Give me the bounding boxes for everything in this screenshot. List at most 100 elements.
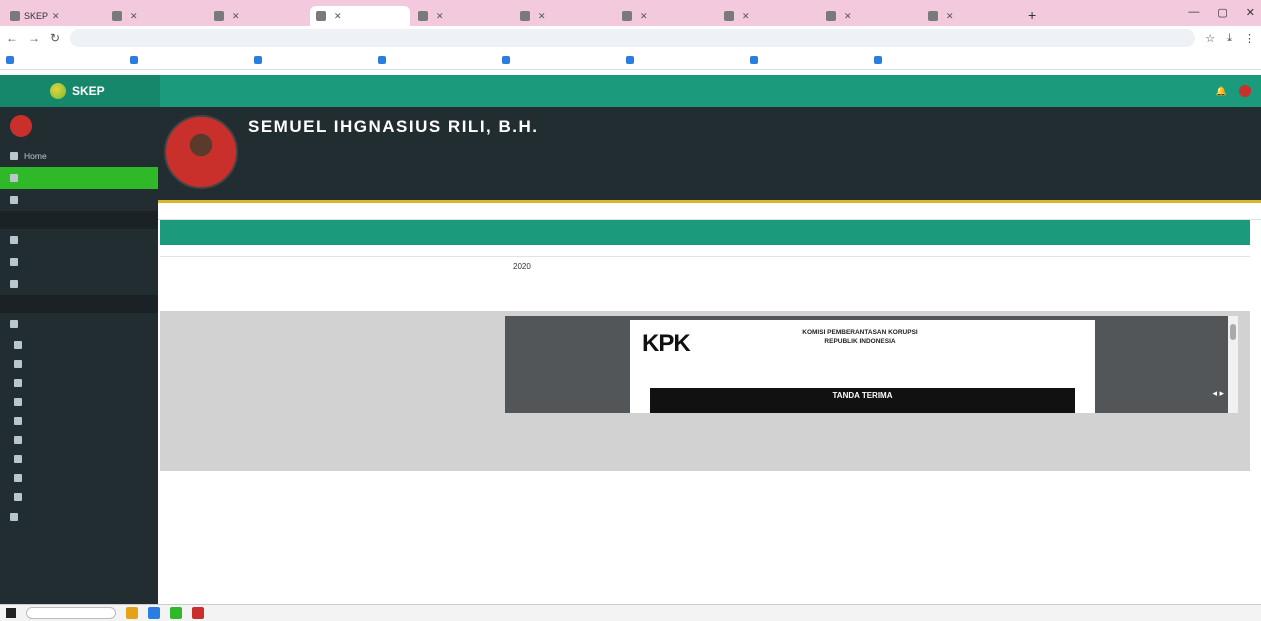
- extensions-icon[interactable]: ⋮: [1244, 32, 1255, 45]
- bookmark-item[interactable]: [6, 55, 116, 64]
- sidebar-item[interactable]: [0, 449, 158, 468]
- tab-favicon-icon: [10, 11, 20, 21]
- org-line: KOMISI PEMBERANTASAN KORUPSI: [802, 329, 918, 336]
- tab-favicon-icon: [622, 11, 632, 21]
- browser-tab[interactable]: ✕: [922, 6, 1022, 26]
- scrollbar[interactable]: [1228, 316, 1238, 413]
- scrollbar-thumb[interactable]: [1230, 324, 1236, 340]
- minimize-button[interactable]: —: [1188, 6, 1199, 19]
- bookmark-item[interactable]: [130, 55, 240, 64]
- sidebar-item[interactable]: [0, 373, 158, 392]
- sidebar-section-header: [0, 295, 158, 313]
- download-icon[interactable]: ⤓: [1227, 32, 1232, 45]
- close-tab-icon[interactable]: ✕: [538, 11, 546, 22]
- sidebar-item[interactable]: [0, 273, 158, 295]
- close-tab-icon[interactable]: ✕: [436, 11, 444, 22]
- browser-tab[interactable]: ✕: [310, 6, 410, 26]
- sidebar-item[interactable]: [0, 313, 158, 335]
- browser-tab-strip: SKEP ✕ ✕ ✕ ✕ ✕ ✕ ✕ ✕ ✕ ✕ + — ▢ ✕: [0, 0, 1261, 26]
- bookmark-favicon-icon: [750, 55, 758, 64]
- close-tab-icon[interactable]: ✕: [52, 11, 60, 22]
- sidebar-item[interactable]: Home: [0, 145, 158, 167]
- new-tab-button[interactable]: +: [1022, 7, 1042, 23]
- forward-button[interactable]: →: [28, 31, 40, 45]
- avatar: [1239, 85, 1251, 97]
- menu-icon: [10, 280, 18, 288]
- menu-icon: [14, 454, 22, 463]
- address-bar[interactable]: [70, 29, 1196, 47]
- user-menu[interactable]: [1239, 85, 1251, 97]
- browser-tab[interactable]: ✕: [718, 6, 818, 26]
- browser-tab[interactable]: ✕: [514, 6, 614, 26]
- taskbar-search[interactable]: [26, 607, 116, 619]
- menu-icon: [10, 152, 18, 160]
- bookmark-item[interactable]: [502, 55, 612, 64]
- pdf-app-icon[interactable]: [192, 607, 204, 619]
- close-tab-icon[interactable]: ✕: [844, 11, 852, 22]
- browser-tab[interactable]: ✕: [412, 6, 512, 26]
- file-explorer-icon[interactable]: [126, 607, 138, 619]
- field-year-value: 2020: [513, 262, 531, 271]
- close-tab-icon[interactable]: ✕: [742, 11, 750, 22]
- chrome-icon[interactable]: [170, 607, 182, 619]
- sidebar-item[interactable]: [0, 335, 158, 354]
- sidebar-item[interactable]: [0, 468, 158, 487]
- leaf-logo-icon: [50, 83, 66, 99]
- profile-photo: [164, 115, 238, 189]
- menu-icon: [10, 174, 18, 182]
- bookmark-favicon-icon: [378, 55, 386, 64]
- bookmark-item[interactable]: [254, 55, 364, 64]
- bookmark-item[interactable]: [378, 55, 488, 64]
- app-header: SKEP 🔔: [0, 75, 1261, 107]
- tab-favicon-icon: [112, 11, 122, 21]
- sidebar-item[interactable]: [0, 251, 158, 273]
- sidebar-item[interactable]: [0, 506, 158, 528]
- sidebar-item[interactable]: [0, 167, 158, 189]
- profile-name: SEMUEL IHGNASIUS RILI, B.H.: [248, 117, 539, 136]
- page-control[interactable]: ◂ ▸: [1212, 388, 1224, 399]
- browser-tab[interactable]: ✕: [208, 6, 308, 26]
- bookmark-star-icon[interactable]: ☆: [1205, 32, 1215, 45]
- browser-tab[interactable]: ✕: [820, 6, 920, 26]
- close-tab-icon[interactable]: ✕: [232, 11, 240, 22]
- tab-favicon-icon: [826, 11, 836, 21]
- tab-favicon-icon: [214, 11, 224, 21]
- sidebar-item[interactable]: [0, 229, 158, 251]
- sidebar-item[interactable]: [0, 430, 158, 449]
- app-logo[interactable]: SKEP: [0, 75, 160, 107]
- back-button[interactable]: ←: [6, 31, 18, 45]
- pdf-viewer[interactable]: KPK KOMISI PEMBERANTASAN KORUPSI REPUBLI…: [505, 316, 1238, 413]
- browser-tab[interactable]: ✕: [106, 6, 206, 26]
- browser-tab[interactable]: ✕: [616, 6, 716, 26]
- browser-tab[interactable]: SKEP ✕: [4, 6, 104, 26]
- menu-icon: [14, 359, 22, 368]
- close-tab-icon[interactable]: ✕: [130, 11, 138, 22]
- sidebar-item[interactable]: [0, 487, 158, 506]
- sidebar: Home: [0, 107, 158, 604]
- menu-icon: [14, 435, 22, 444]
- bookmark-item[interactable]: [626, 55, 736, 64]
- bookmark-favicon-icon: [130, 55, 138, 64]
- notification-icon[interactable]: 🔔: [1216, 86, 1227, 97]
- app-brand-label: SKEP: [72, 84, 105, 98]
- edge-icon[interactable]: [148, 607, 160, 619]
- close-window-button[interactable]: ✕: [1246, 6, 1255, 19]
- sidebar-item[interactable]: [0, 411, 158, 430]
- sidebar-item[interactable]: [0, 392, 158, 411]
- bookmark-item[interactable]: [874, 55, 984, 64]
- menu-icon: [10, 513, 18, 521]
- tab-favicon-icon: [928, 11, 938, 21]
- sidebar-user-panel: [0, 107, 158, 145]
- maximize-button[interactable]: ▢: [1217, 6, 1227, 19]
- close-tab-icon[interactable]: ✕: [334, 11, 342, 22]
- reload-button[interactable]: ↻: [50, 31, 60, 45]
- bookmark-item[interactable]: [750, 55, 860, 64]
- close-tab-icon[interactable]: ✕: [640, 11, 648, 22]
- windows-start-icon[interactable]: [6, 608, 16, 618]
- close-tab-icon[interactable]: ✕: [946, 11, 954, 22]
- menu-icon: [10, 258, 18, 266]
- kpk-organization: KOMISI PEMBERANTASAN KORUPSI REPUBLIK IN…: [780, 328, 940, 355]
- menu-icon: [10, 196, 18, 204]
- sidebar-item[interactable]: [0, 189, 158, 211]
- sidebar-item[interactable]: [0, 354, 158, 373]
